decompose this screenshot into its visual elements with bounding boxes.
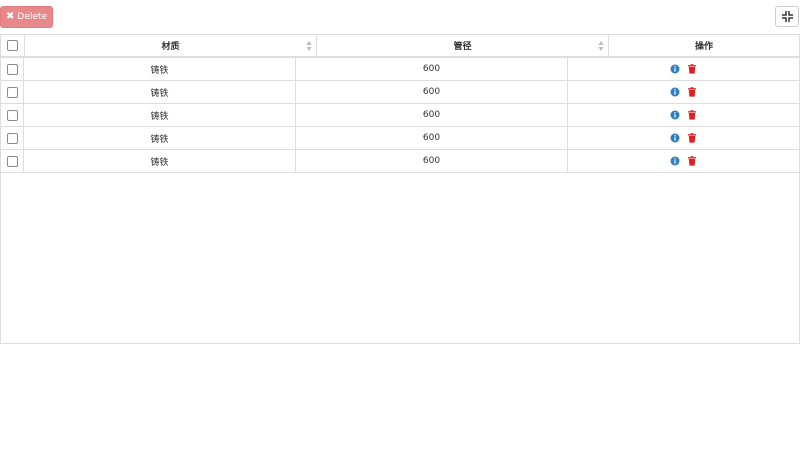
header-select-cell	[1, 35, 24, 56]
row-checkbox[interactable]	[6, 86, 18, 98]
row-select-cell	[1, 127, 23, 149]
x-icon: ✖	[6, 11, 15, 22]
table-row: 铸铁 600	[1, 58, 799, 81]
info-icon[interactable]	[670, 87, 680, 97]
table-row: 铸铁 600	[1, 127, 799, 150]
sort-icon	[598, 41, 604, 51]
trash-icon[interactable]	[687, 156, 697, 166]
header-diameter[interactable]: 管径	[316, 35, 608, 56]
table-row: 铸铁 600	[1, 81, 799, 104]
actions-cell	[567, 150, 799, 172]
diameter-cell: 600	[295, 81, 567, 103]
select-all-checkbox[interactable]	[7, 40, 18, 51]
actions-cell	[567, 127, 799, 149]
row-checkbox[interactable]	[6, 155, 18, 167]
trash-icon[interactable]	[687, 110, 697, 120]
trash-icon[interactable]	[687, 64, 697, 74]
diameter-cell: 600	[295, 58, 567, 80]
delete-button[interactable]: ✖ Delete	[0, 6, 53, 28]
info-icon[interactable]	[670, 156, 680, 166]
row-checkbox[interactable]	[6, 109, 18, 121]
sort-icon	[306, 41, 312, 51]
table-header: 材质 管径 操作	[1, 35, 799, 58]
material-cell: 铸铁	[23, 81, 295, 103]
header-material-label: 材质	[161, 42, 180, 52]
fullscreen-icon	[781, 11, 793, 22]
material-cell: 铸铁	[23, 104, 295, 126]
header-diameter-label: 管径	[453, 42, 472, 52]
delete-label: Delete	[17, 12, 47, 22]
header-material[interactable]: 材质	[24, 35, 316, 56]
row-checkbox[interactable]	[6, 63, 18, 75]
info-icon[interactable]	[670, 110, 680, 120]
trash-icon[interactable]	[687, 133, 697, 143]
data-table: 材质 管径 操作 铸铁 600 铸铁 600 铸铁 600 铸铁 600 铸铁 …	[0, 34, 800, 344]
row-select-cell	[1, 58, 23, 80]
material-cell: 铸铁	[23, 150, 295, 172]
table-row: 铸铁 600	[1, 150, 799, 173]
diameter-cell: 600	[295, 127, 567, 149]
actions-cell	[567, 58, 799, 80]
material-cell: 铸铁	[23, 127, 295, 149]
row-checkbox[interactable]	[6, 132, 18, 144]
row-select-cell	[1, 81, 23, 103]
info-icon[interactable]	[670, 133, 680, 143]
toolbar: ✖ Delete	[0, 0, 800, 34]
table-row: 铸铁 600	[1, 104, 799, 127]
actions-cell	[567, 104, 799, 126]
diameter-cell: 600	[295, 104, 567, 126]
row-select-cell	[1, 150, 23, 172]
info-icon[interactable]	[670, 64, 680, 74]
row-select-cell	[1, 104, 23, 126]
table-body: 铸铁 600 铸铁 600 铸铁 600 铸铁 600 铸铁 600	[1, 58, 799, 173]
header-actions-label: 操作	[694, 42, 713, 52]
fullscreen-button[interactable]	[775, 6, 799, 27]
material-cell: 铸铁	[23, 58, 295, 80]
trash-icon[interactable]	[687, 87, 697, 97]
diameter-cell: 600	[295, 150, 567, 172]
header-actions: 操作	[608, 35, 799, 56]
actions-cell	[567, 81, 799, 103]
